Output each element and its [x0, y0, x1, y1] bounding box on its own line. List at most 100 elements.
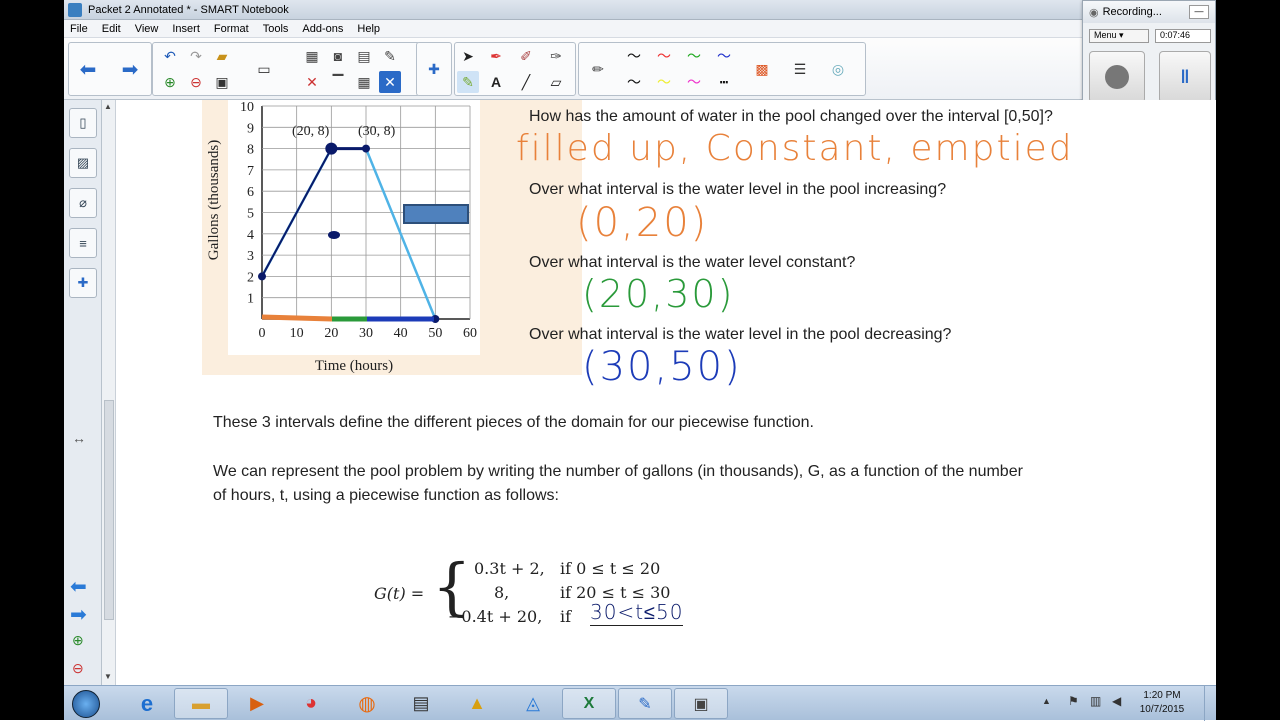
- line-style-icon[interactable]: ☰: [789, 58, 811, 80]
- scroll-thumb[interactable]: [104, 400, 114, 620]
- resize-handle-icon[interactable]: ↔: [72, 430, 86, 446]
- prev-page-icon[interactable]: ⬅: [70, 574, 87, 599]
- x-tick-label: 40: [394, 326, 408, 341]
- save-icon[interactable]: ▣: [211, 71, 233, 93]
- y-tick-label: 3: [247, 249, 254, 264]
- firefox-icon[interactable]: ◍: [340, 688, 394, 719]
- select-pointer-icon[interactable]: ➤: [457, 45, 479, 67]
- vertical-scrollbar[interactable]: ▲ ▼: [102, 100, 116, 685]
- formula-row-3-expr: −0.4t + 20,: [448, 607, 543, 626]
- menu-insert[interactable]: Insert: [172, 23, 200, 35]
- pen-black-icon[interactable]: 〜: [623, 45, 645, 67]
- smart-notebook-taskbar-icon[interactable]: ✎: [618, 688, 672, 719]
- answer-3-handwriting: (20,30): [582, 272, 735, 316]
- printer-app-icon[interactable]: ▤: [394, 688, 448, 719]
- undo-icon[interactable]: ↶: [159, 45, 181, 67]
- dashed-pen-icon[interactable]: ┅: [713, 71, 735, 93]
- pen-type-icon[interactable]: ✏: [587, 58, 609, 80]
- notebook-canvas[interactable]: 0 10 20 30 40 50 60 1 2 3 4 5 6 7 8 9 10 Time (hours) Ga…: [116, 100, 1216, 685]
- camera-icon[interactable]: ◙: [327, 45, 349, 67]
- fill-effects-icon[interactable]: ◎: [827, 58, 849, 80]
- add-page-icon[interactable]: ⊕: [159, 71, 181, 93]
- ink-dot: [328, 231, 340, 239]
- minimize-icon[interactable]: —: [1189, 5, 1209, 19]
- pen-thin-icon[interactable]: 〜: [623, 71, 645, 93]
- text-tool-icon[interactable]: A: [485, 71, 507, 93]
- color-palette-icon[interactable]: ▩: [751, 58, 773, 80]
- delete-page-icon[interactable]: ⊖: [185, 71, 207, 93]
- pen-red-icon[interactable]: 〜: [653, 45, 675, 67]
- y-axis-label: Gallons (thousands): [206, 140, 222, 260]
- action-center-icon[interactable]: ⚑: [1068, 694, 1079, 708]
- line-tool-icon[interactable]: ╱: [515, 71, 537, 93]
- pen-tool-icon[interactable]: ✎: [457, 71, 479, 93]
- pause-button[interactable]: ‖: [1159, 51, 1211, 103]
- geogebra-icon[interactable]: ◬: [506, 688, 560, 719]
- window-title: Packet 2 Annotated * - SMART Notebook: [88, 3, 289, 16]
- menu-format[interactable]: Format: [214, 23, 249, 35]
- spell-check-icon[interactable]: ✎: [379, 45, 401, 67]
- pens-icon[interactable]: ✒: [485, 45, 507, 67]
- recorder-taskbar-icon[interactable]: ▣: [674, 688, 728, 719]
- piecewise-formula: G(t) = { 0.3t + 2, if 0 ≤ t ≤ 20 8, if 2…: [374, 552, 714, 636]
- right-letterbox: [1216, 0, 1280, 720]
- menu-edit[interactable]: Edit: [102, 23, 121, 35]
- page-sorter-icon[interactable]: ▯: [69, 108, 97, 138]
- volume-icon[interactable]: ◀: [1112, 694, 1121, 708]
- menu-bar: File Edit View Insert Format Tools Add-o…: [64, 20, 1216, 38]
- table-icon[interactable]: ▦: [353, 71, 375, 93]
- menu-view[interactable]: View: [135, 23, 159, 35]
- redo-icon[interactable]: ↷: [185, 45, 207, 67]
- x-tick-label: 60: [463, 326, 477, 341]
- media-player-icon[interactable]: ▶: [230, 688, 284, 719]
- excel-icon[interactable]: X: [562, 688, 616, 719]
- record-button[interactable]: [1089, 51, 1145, 103]
- puzzle-icon[interactable]: ✚: [423, 58, 445, 80]
- paste-icon[interactable]: ▦: [301, 45, 323, 67]
- menu-file[interactable]: File: [70, 23, 88, 35]
- screen-shade-icon[interactable]: ▔: [327, 71, 349, 93]
- properties-icon[interactable]: ≡: [69, 228, 97, 258]
- scroll-up-icon[interactable]: ▲: [104, 102, 112, 111]
- add-page-side-icon[interactable]: ⊕: [72, 632, 84, 649]
- close-document-icon[interactable]: ✕: [379, 71, 401, 93]
- display-icon[interactable]: ▭: [253, 58, 275, 80]
- open-folder-icon[interactable]: ▰: [211, 45, 233, 67]
- recorder-menu[interactable]: Menu ▾: [1089, 29, 1149, 43]
- screen-capture-icon[interactable]: ▤: [353, 45, 375, 67]
- eraser-icon[interactable]: ▱: [545, 71, 567, 93]
- highlighter-pink-icon[interactable]: 〜: [683, 71, 705, 93]
- start-button[interactable]: [66, 688, 106, 719]
- delete-icon[interactable]: ✕: [301, 71, 323, 93]
- pen-green-icon[interactable]: 〜: [683, 45, 705, 67]
- pen-blue-icon[interactable]: 〜: [713, 45, 735, 67]
- internet-explorer-icon[interactable]: e: [120, 688, 174, 719]
- smart-ink-icon[interactable]: ▲: [450, 688, 504, 719]
- gallery-icon[interactable]: ▨: [69, 148, 97, 178]
- back-arrow-icon[interactable]: ⬅: [77, 58, 99, 81]
- menu-addons[interactable]: Add-ons: [302, 23, 343, 35]
- highlighter-yellow-icon[interactable]: 〜: [653, 71, 675, 93]
- magic-pen-icon[interactable]: ✑: [545, 45, 567, 67]
- menu-help[interactable]: Help: [357, 23, 380, 35]
- y-tick-label: 5: [247, 207, 254, 222]
- forward-arrow-icon[interactable]: ➡: [119, 58, 141, 81]
- scroll-down-icon[interactable]: ▼: [104, 672, 112, 681]
- show-desktop-button[interactable]: [1204, 686, 1216, 721]
- file-explorer-icon[interactable]: ▬: [174, 688, 228, 719]
- y-tick-label: 9: [247, 121, 254, 136]
- nav-group: ⬅ ➡: [68, 42, 152, 96]
- show-hidden-icons[interactable]: ▲: [1042, 696, 1051, 706]
- next-page-icon[interactable]: ➡: [70, 602, 87, 627]
- delete-page-side-icon[interactable]: ⊖: [72, 660, 84, 677]
- attachments-icon[interactable]: ⌀: [69, 188, 97, 218]
- creative-pen-icon[interactable]: ✐: [515, 45, 537, 67]
- network-icon[interactable]: ▥: [1090, 694, 1101, 708]
- addons-tab-icon[interactable]: ✚: [69, 268, 97, 298]
- chrome-icon[interactable]: ◕: [284, 688, 338, 719]
- clock[interactable]: 1:20 PM 10/7/2015: [1132, 689, 1192, 717]
- clock-time: 1:20 PM: [1143, 690, 1181, 701]
- menu-tools[interactable]: Tools: [263, 23, 289, 35]
- recorder-menu-label: Menu: [1094, 30, 1117, 40]
- pen-style-group: ✏ 〜 〜 〜 〜 〜 〜 〜 ┅ ▩ ☰ ◎: [578, 42, 866, 96]
